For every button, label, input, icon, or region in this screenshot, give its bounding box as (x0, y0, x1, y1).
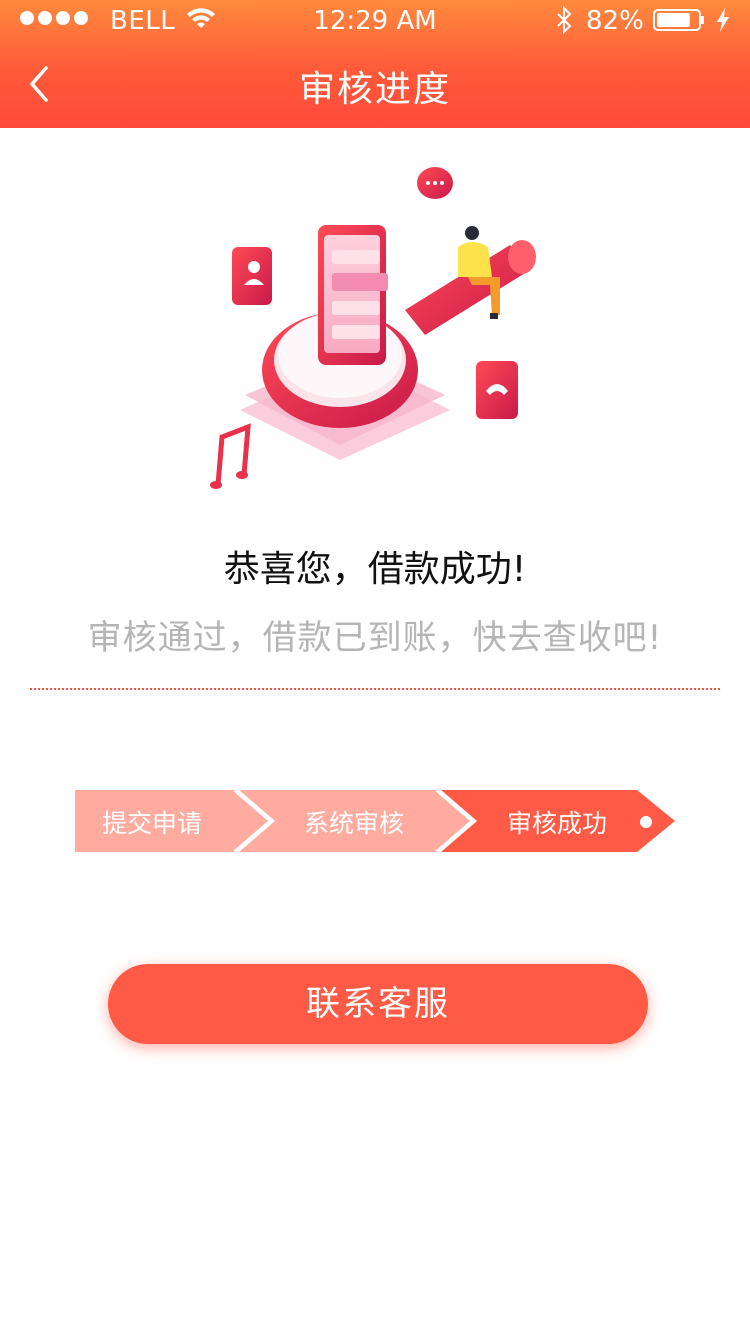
contact-support-button[interactable]: 联系客服 (108, 964, 648, 1044)
progress-steps: 提交申请 系统审核 审核成功 (75, 790, 675, 852)
nav-bar: 审核进度 (0, 40, 750, 128)
status-bar: BELL 12:29 AM 82% (0, 0, 750, 40)
header: BELL 12:29 AM 82% 审核进度 (0, 0, 750, 128)
battery-icon (653, 9, 704, 31)
dotted-divider (30, 688, 720, 690)
page-title: 审核进度 (298, 69, 451, 110)
current-step-dot (640, 816, 652, 828)
success-subtitle: 审核通过，借款已到账，快去查收吧! (87, 618, 663, 658)
step-success-label: 审核成功 (507, 809, 608, 838)
success-headline: 恭喜您，借款成功! (223, 549, 527, 590)
step-submit-label: 提交申请 (102, 809, 203, 838)
review-success-illustration (210, 167, 536, 489)
charging-icon (717, 8, 729, 32)
bluetooth-icon (557, 6, 572, 34)
battery-percent: 82% (586, 6, 644, 36)
step-review-label: 系统审核 (304, 809, 405, 838)
